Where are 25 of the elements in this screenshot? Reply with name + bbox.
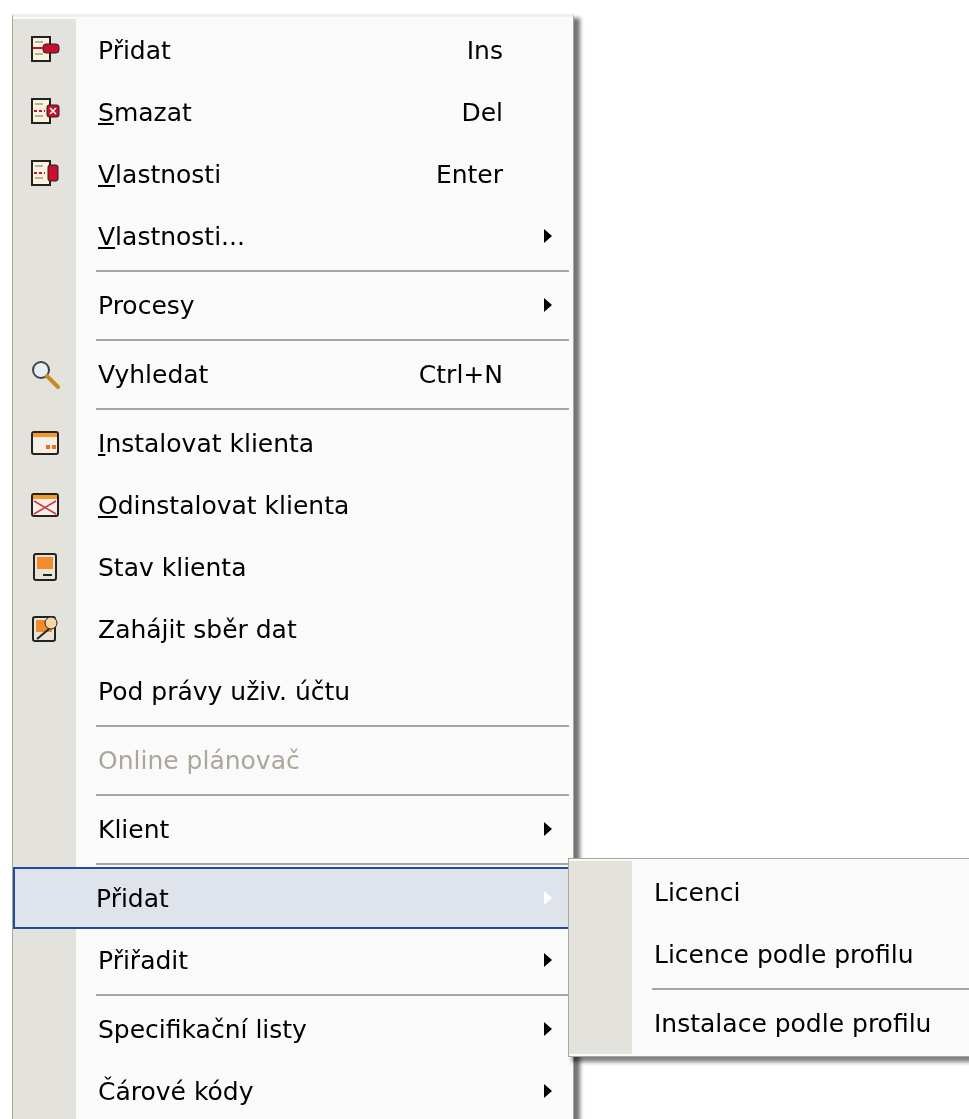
menu-item[interactable]: Procesy [76,274,573,336]
submenu-arrow-icon [543,298,553,312]
submenu-arrow-icon [543,229,553,243]
submenu-arrow-icon [543,1084,553,1098]
submenu-arrow-icon [543,822,553,836]
submenu-arrow-icon [543,891,553,905]
menu-item[interactable]: Licenci [632,861,969,923]
menu-item[interactable]: Specifikační listy [76,998,573,1060]
menu-item[interactable]: Smazat Del [76,81,573,143]
menu-item[interactable]: Instalovat klienta [76,412,573,474]
menu-item[interactable]: Vyhledat Ctrl+N [76,343,573,405]
menu-item[interactable]: Vlastnosti Enter [76,143,573,205]
menu-item[interactable]: Pod právy uživ. účtu [76,660,573,722]
menu-item[interactable]: Klient [76,798,573,860]
menu-item[interactable]: Přiřadit [76,929,573,991]
menu-item[interactable]: Licence podle profilu [632,923,969,985]
submenu-arrow-icon [543,953,553,967]
menu-item[interactable]: Čárové kódy [76,1060,573,1119]
menu-item[interactable]: Vlastnosti... [76,205,573,267]
submenu-arrow-icon [543,1022,553,1036]
menu-item[interactable]: Zahájit sběr dat [76,598,573,660]
menu-item[interactable]: Instalace podle profilu [632,992,969,1054]
menu-item[interactable]: Stav klienta [76,536,573,598]
menu-item[interactable]: Odinstalovat klienta [76,474,573,536]
menu-item[interactable]: Přidat Ins [76,19,573,81]
